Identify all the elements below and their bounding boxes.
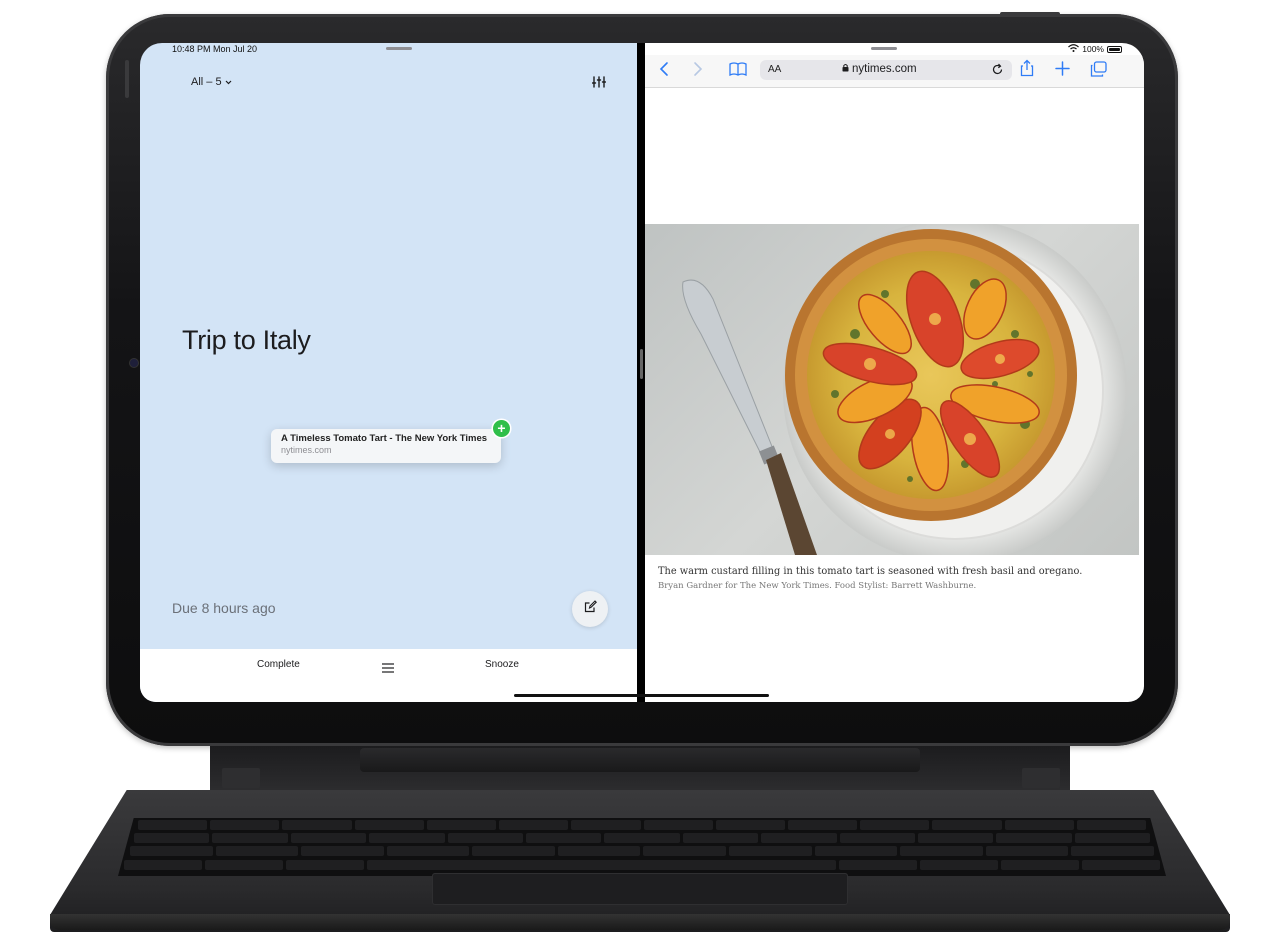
tomato-tart-photo: [645, 219, 1139, 563]
keyboard-edge: [50, 914, 1230, 930]
sliders-icon[interactable]: [591, 75, 607, 93]
home-indicator[interactable]: [514, 694, 769, 697]
plus-icon[interactable]: [1055, 61, 1070, 81]
forward-button[interactable]: [693, 61, 703, 82]
link-card-url: nytimes.com: [281, 445, 332, 455]
keyboard-keys: [118, 818, 1166, 876]
link-card-title: A Timeless Tomato Tart - The New York Ti…: [281, 433, 488, 444]
photo-caption: The warm custard filling in this tomato …: [658, 566, 1083, 577]
trackpad[interactable]: [432, 873, 848, 905]
address-bar[interactable]: AA nytimes.com: [760, 60, 1012, 80]
back-button[interactable]: [659, 61, 669, 82]
multitasking-grabber-left[interactable]: [386, 47, 412, 50]
ipad-screen: 10:48 PM Mon Jul 20 All – 5 Trip to Ital…: [140, 43, 1144, 702]
battery-icon: [1107, 45, 1122, 53]
safari-toolbar: AA nytimes.com: [645, 55, 1144, 88]
battery-percent: 100%: [1082, 44, 1104, 54]
split-view-handle[interactable]: [640, 349, 643, 379]
add-drop-badge: +: [493, 420, 510, 437]
status-indicators: 100%: [1068, 44, 1122, 54]
multitasking-grabber-right[interactable]: [871, 47, 897, 50]
wifi-icon: [1068, 44, 1080, 54]
book-icon[interactable]: [729, 61, 747, 82]
share-icon[interactable]: [1020, 59, 1034, 82]
list-title: Trip to Italy: [182, 325, 311, 355]
compose-icon: [584, 600, 597, 618]
photo-credit: Bryan Gardner for The New York Times. Fo…: [658, 581, 977, 591]
reload-icon[interactable]: [991, 63, 1004, 81]
dragged-link-card[interactable]: A Timeless Tomato Tart - The New York Ti…: [271, 429, 501, 463]
hamburger-icon[interactable]: [382, 660, 394, 678]
front-camera: [130, 359, 138, 367]
status-time-date: 10:48 PM Mon Jul 20: [172, 44, 258, 54]
hinge-bar: [360, 748, 920, 772]
filter-dropdown[interactable]: All – 5: [191, 76, 232, 88]
hinge-foot-right: [1022, 768, 1060, 788]
power-button: [1000, 12, 1060, 16]
snooze-button[interactable]: Snooze: [485, 659, 519, 670]
reminders-app-pane: 10:48 PM Mon Jul 20 All – 5 Trip to Ital…: [140, 43, 637, 702]
text-size-button[interactable]: AA: [768, 64, 781, 75]
complete-button[interactable]: Complete: [257, 659, 300, 670]
lock-icon: [842, 63, 849, 75]
volume-button: [125, 60, 129, 98]
chevron-down-icon: [225, 78, 232, 87]
url-display: nytimes.com: [842, 63, 917, 75]
filter-label: All – 5: [191, 76, 222, 88]
compose-button[interactable]: [572, 591, 608, 627]
due-status: Due 8 hours ago: [172, 600, 276, 616]
safari-app-pane: 100% AA nytimes.com The warm custard fil…: [645, 43, 1144, 702]
url-domain: nytimes.com: [852, 63, 917, 75]
tabs-icon[interactable]: [1090, 61, 1107, 82]
hinge-foot-left: [222, 768, 260, 788]
